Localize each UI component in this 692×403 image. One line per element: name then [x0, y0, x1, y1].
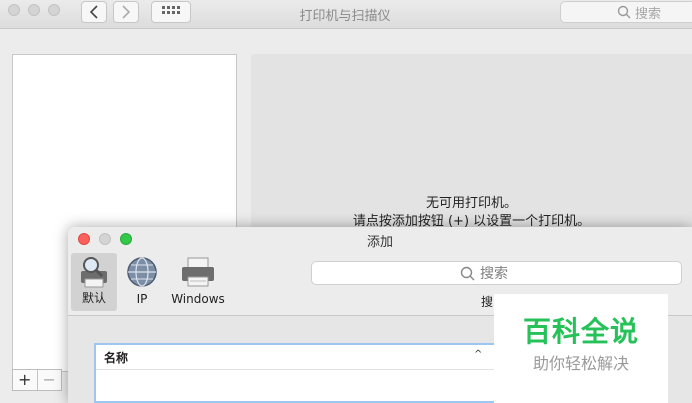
- dialog-search-input[interactable]: 搜索: [311, 261, 682, 285]
- close-button[interactable]: [8, 4, 20, 16]
- search-icon: [617, 5, 631, 19]
- default-printer-icon: [81, 257, 107, 288]
- empty-title: 无可用打印机。: [425, 196, 517, 211]
- window-title: 打印机与扫描仪: [299, 9, 391, 24]
- tab-windows[interactable]: Windows: [165, 253, 231, 311]
- tab-default-label: 默认: [81, 291, 106, 305]
- zoom-button[interactable]: [48, 4, 60, 16]
- grid-icon: [162, 6, 180, 14]
- dialog-search-label: 搜: [481, 295, 494, 309]
- dialog-search-placeholder: 搜索: [480, 266, 508, 282]
- dialog-title: 添加: [366, 235, 393, 250]
- show-all-button[interactable]: [151, 1, 191, 23]
- tab-ip[interactable]: IP: [119, 253, 165, 311]
- chevron-left-icon: [89, 5, 98, 19]
- watermark: 百科全说 助你轻松解决: [494, 294, 668, 403]
- tab-windows-label: Windows: [171, 292, 225, 306]
- add-printer-button[interactable]: +: [13, 370, 38, 390]
- minimize-button[interactable]: [28, 4, 40, 16]
- back-button[interactable]: [81, 1, 107, 23]
- add-remove-control: + −: [12, 369, 62, 391]
- windows-printer-icon: [182, 257, 214, 287]
- search-input[interactable]: 搜索: [560, 1, 692, 23]
- globe-icon: [127, 257, 157, 287]
- main-toolbar: 打印机与扫描仪 搜索: [0, 0, 692, 29]
- remove-printer-button[interactable]: −: [38, 370, 62, 390]
- search-icon: [460, 266, 475, 280]
- watermark-title: 百科全说: [522, 315, 639, 348]
- chevron-right-icon: [122, 5, 131, 19]
- tab-ip-label: IP: [136, 292, 148, 306]
- column-header-name[interactable]: 名称: [104, 349, 128, 366]
- sort-indicator[interactable]: ^: [474, 349, 482, 360]
- search-placeholder: 搜索: [635, 6, 662, 22]
- watermark-subtitle: 助你轻松解决: [532, 354, 629, 373]
- forward-button[interactable]: [113, 1, 139, 23]
- tab-default[interactable]: 默认: [71, 253, 117, 311]
